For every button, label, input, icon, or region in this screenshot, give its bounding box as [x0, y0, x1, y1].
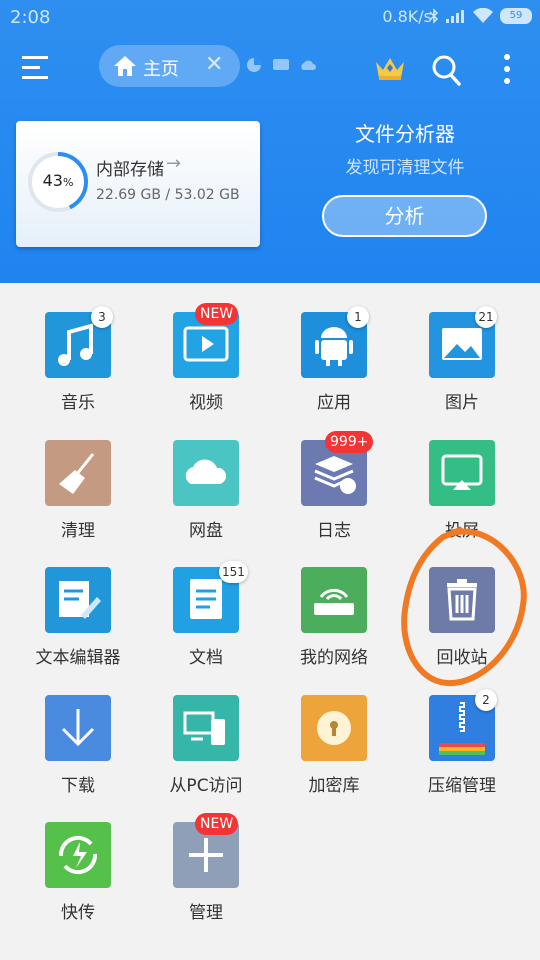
internal-storage-card[interactable]: 43% 内部存储 → 22.69 GB / 53.02 GB — [16, 121, 260, 247]
more-vert-icon[interactable] — [500, 52, 514, 86]
tile-label: 应用 — [317, 393, 351, 413]
tile-badge: 151 — [219, 561, 248, 583]
tile-quick-transfer[interactable]: 快传 — [14, 793, 142, 923]
tile-label: 从PC访问 — [169, 775, 243, 796]
download-arrow-icon — [61, 708, 95, 746]
home-icon — [114, 56, 136, 76]
tile-badge: 21 — [475, 306, 497, 328]
status-icons: 59 — [429, 8, 532, 24]
close-icon[interactable]: ✕ — [205, 52, 223, 77]
tile-router-wifi[interactable]: 我的网络 — [270, 538, 398, 668]
tool-grid: 音乐 3 视频 NEW 应用 1 图片 21 清理 网盘 日志 999+ 投屏 文本编辑器 文档 151 我的网… — [0, 283, 540, 960]
tile-label: 文档 — [189, 648, 223, 668]
tile-icon-box — [429, 439, 495, 506]
tile-label: 文本编辑器 — [35, 648, 121, 668]
broom-icon — [59, 452, 95, 494]
crown-icon[interactable] — [374, 54, 406, 82]
network-speed: 0.8K/s — [382, 7, 432, 26]
tile-text-edit[interactable]: 文本编辑器 — [14, 538, 142, 668]
tile-icon-box — [301, 567, 367, 633]
app-bar: 主页 ✕ — [0, 36, 540, 100]
tile-document[interactable]: 文档 151 — [142, 538, 270, 668]
tile-image[interactable]: 图片 21 — [398, 283, 526, 413]
hamburger-icon[interactable] — [22, 56, 54, 84]
tile-label: 日志 — [317, 520, 351, 541]
trash-icon — [447, 579, 477, 621]
tile-plus[interactable]: 管理 NEW — [142, 793, 270, 923]
lock-safe-icon — [317, 710, 351, 745]
analyzer-subtitle: 发现可清理文件 — [345, 158, 465, 178]
tile-pc-transfer[interactable]: 从PC访问 — [142, 666, 270, 796]
tile-download-arrow[interactable]: 下载 — [14, 666, 142, 796]
cast-screen-icon — [441, 454, 483, 490]
tile-label: 压缩管理 — [428, 775, 496, 796]
tile-broom[interactable]: 清理 — [14, 411, 142, 541]
tile-trash[interactable]: 回收站 — [398, 538, 526, 668]
tile-badge: 2 — [475, 688, 497, 711]
tile-label: 图片 — [445, 393, 479, 413]
tab-home[interactable]: 主页 ✕ — [99, 45, 240, 87]
tile-label: 视频 — [189, 393, 223, 413]
storage-percent-value: 43 — [42, 171, 63, 190]
storage-percent-sign: % — [62, 176, 74, 189]
wifi-icon — [473, 8, 493, 23]
tile-icon-box — [173, 439, 239, 506]
quick-tab-icons — [245, 57, 317, 73]
tile-icon-box — [173, 694, 239, 761]
arrow-right-icon: → — [166, 153, 182, 174]
tile-icon-box — [429, 567, 495, 633]
tile-zip[interactable]: 压缩管理 2 — [398, 666, 526, 796]
chat-icon[interactable] — [272, 57, 290, 73]
router-wifi-icon — [314, 588, 354, 615]
analyzer-title: 文件分析器 — [355, 122, 455, 146]
battery-icon: 59 — [500, 8, 532, 24]
storage-percent: 43% — [26, 171, 90, 190]
tile-icon-box — [45, 567, 111, 633]
tile-log-stack[interactable]: 日志 999+ — [270, 411, 398, 541]
text-edit-icon — [59, 581, 101, 619]
tile-label: 音乐 — [61, 393, 95, 413]
pc-transfer-icon — [183, 711, 225, 745]
tab-home-label: 主页 — [143, 59, 179, 80]
tile-icon-box — [301, 694, 367, 761]
tile-icon-box — [45, 822, 111, 888]
tile-video-play[interactable]: 视频 NEW — [142, 283, 270, 413]
storage-title: 内部存储 — [96, 160, 164, 180]
analyze-button[interactable]: 分析 — [322, 195, 487, 237]
header-panel: 2:08 0.8K/s 59 主页 ✕ 43% 内部存储 → 22.69 GB … — [0, 0, 540, 283]
tile-cast-screen[interactable]: 投屏 — [398, 411, 526, 541]
tile-label: 下载 — [61, 775, 95, 796]
cloud-icon — [185, 458, 227, 484]
tile-badge: NEW — [195, 813, 239, 835]
tile-badge: NEW — [195, 303, 239, 325]
search-icon[interactable] — [430, 53, 462, 87]
status-time: 2:08 — [10, 7, 51, 28]
signal-icon — [446, 10, 464, 23]
tile-label: 我的网络 — [300, 648, 368, 668]
tile-icon-box — [45, 694, 111, 761]
status-bar: 2:08 0.8K/s 59 — [0, 0, 540, 36]
tile-label: 加密库 — [308, 775, 360, 796]
tile-lock-safe[interactable]: 加密库 — [270, 666, 398, 796]
tile-music-note[interactable]: 音乐 3 — [14, 283, 142, 413]
tile-label: 网盘 — [189, 520, 223, 541]
quick-transfer-icon — [58, 835, 98, 875]
tile-icon-box — [45, 439, 111, 506]
storage-size: 22.69 GB / 53.02 GB — [96, 187, 240, 203]
tile-badge: 1 — [347, 306, 369, 328]
tile-label: 快传 — [61, 903, 95, 923]
tile-badge: 3 — [91, 306, 113, 328]
tile-android[interactable]: 应用 1 — [270, 283, 398, 413]
tile-cloud[interactable]: 网盘 — [142, 411, 270, 541]
bluetooth-icon — [429, 8, 439, 24]
tile-label: 清理 — [61, 520, 95, 541]
tile-badge: 999+ — [325, 430, 374, 453]
chart-pie-icon[interactable] — [245, 57, 263, 73]
tile-label: 投屏 — [445, 520, 479, 541]
tile-label: 回收站 — [436, 648, 488, 668]
tile-label: 管理 — [189, 903, 223, 923]
cloud-icon[interactable] — [299, 57, 317, 73]
